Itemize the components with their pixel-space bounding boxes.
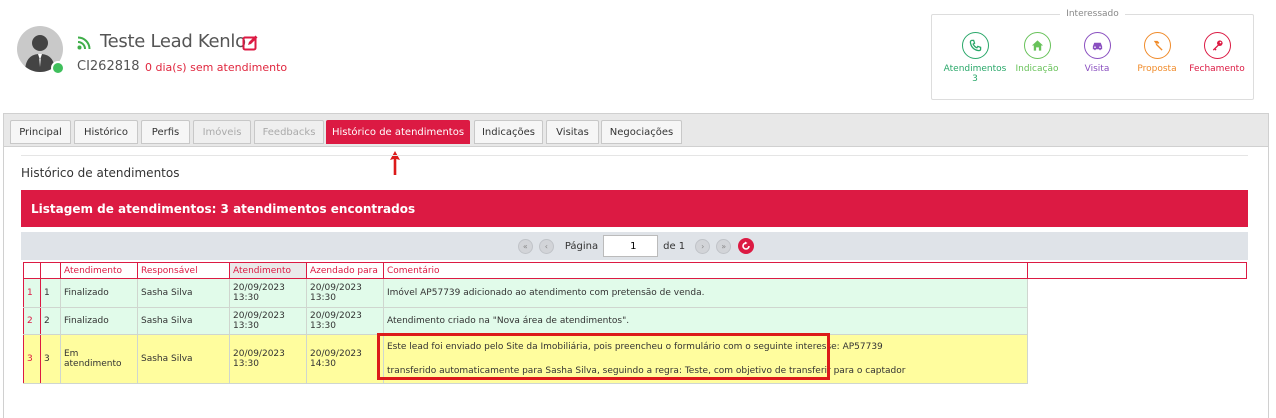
edit-icon[interactable] (242, 35, 258, 51)
scheduled-time: 14:30 (310, 359, 336, 369)
row-comment: Este lead foi enviado pelo Site da Imobi… (383, 334, 1028, 384)
table-row[interactable]: 1 1 Finalizado Sasha Silva 20/09/2023 13:… (23, 278, 1247, 308)
service-time: 13:30 (233, 321, 259, 331)
tab-indicacoes[interactable]: Indicações (474, 120, 543, 144)
scheduled-date: 20/09/2023 (310, 283, 362, 293)
stage-atendimentos[interactable]: Atendimentos 3 (940, 32, 1010, 84)
row-status: Em atendimento (60, 334, 138, 384)
lead-stage-panel: Interessado Atendimentos 3 Indicação Vis… (931, 9, 1254, 100)
last-page-icon[interactable]: » (716, 238, 732, 254)
lead-name: Teste Lead Kenlo (100, 31, 246, 52)
row-number: 3 (40, 334, 61, 384)
key-icon (1203, 32, 1231, 59)
first-page-icon[interactable]: « (517, 238, 533, 254)
phone-icon (961, 32, 989, 59)
page-total: de 1 (663, 240, 686, 252)
column-header-atendimento[interactable]: Atendimento (60, 262, 138, 279)
scheduled-date: 20/09/2023 (310, 311, 362, 321)
row-responsible: Sasha Silva (137, 307, 230, 335)
row-scheduled-datetime: 20/09/2023 13:30 (306, 278, 384, 308)
column-header-responsavel[interactable]: Responsável (137, 262, 230, 279)
attendances-table: Atendimento Responsável Atendimento Azen… (23, 262, 1247, 384)
tab-negociacoes[interactable]: Negociações (601, 120, 682, 144)
column-header-comentario[interactable]: Comentário (383, 262, 1028, 279)
table-header-row: Atendimento Responsável Atendimento Azen… (23, 262, 1247, 279)
row-scheduled-datetime: 20/09/2023 14:30 (306, 334, 384, 384)
rss-icon (77, 36, 91, 50)
comment-line: Este lead foi enviado pelo Site da Imobi… (387, 342, 883, 352)
lead-code: CI262818 (77, 59, 140, 74)
row-index: 3 (23, 334, 41, 384)
scheduled-time: 13:30 (310, 293, 336, 303)
service-time: 13:30 (233, 359, 259, 369)
column-header (40, 262, 61, 279)
row-scheduled-datetime: 20/09/2023 13:30 (306, 307, 384, 335)
stage-panel-title: Interessado (1060, 9, 1125, 19)
service-date: 20/09/2023 (233, 283, 285, 293)
tabs-bar: Principal Histórico Perfis Imóveis Feedb… (4, 114, 1268, 147)
row-service-datetime: 20/09/2023 13:30 (229, 334, 307, 384)
scheduled-date: 20/09/2023 (310, 349, 362, 359)
column-header-data-atendimento[interactable]: Atendimento (229, 262, 307, 279)
tab-imoveis: Imóveis (193, 120, 251, 144)
service-date: 20/09/2023 (233, 311, 285, 321)
page-number-input[interactable] (603, 235, 659, 257)
row-service-datetime: 20/09/2023 13:30 (229, 278, 307, 308)
column-header (1027, 262, 1247, 279)
section-divider (21, 155, 1248, 156)
row-comment: Atendimento criado na "Nova área de aten… (383, 307, 1028, 335)
row-comment: Imóvel AP57739 adicionado ao atendimento… (383, 278, 1028, 308)
section-title: Histórico de atendimentos (21, 166, 180, 180)
stage-label: Fechamento (1189, 64, 1245, 74)
row-responsible: Sasha Silva (137, 334, 230, 384)
row-number: 2 (40, 307, 61, 335)
online-status-dot (51, 61, 65, 75)
table-row[interactable]: 2 2 Finalizado Sasha Silva 20/09/2023 13:… (23, 307, 1247, 335)
tab-visitas[interactable]: Visitas (546, 120, 599, 144)
row-number: 1 (40, 278, 61, 308)
row-responsible: Sasha Silva (137, 278, 230, 308)
table-row[interactable]: 3 3 Em atendimento Sasha Silva 20/09/202… (23, 334, 1247, 384)
scheduled-time: 13:30 (310, 321, 336, 331)
list-header: Listagem de atendimentos: 3 atendimentos… (21, 190, 1248, 227)
next-page-icon[interactable]: › (695, 238, 711, 254)
stage-label: Atendimentos (943, 64, 1007, 74)
stage-fechamento[interactable]: Fechamento (1182, 32, 1252, 74)
service-date: 20/09/2023 (233, 349, 285, 359)
prev-page-icon[interactable]: ‹ (538, 238, 554, 254)
page-label: Página (564, 240, 599, 252)
tab-perfis[interactable]: Perfis (141, 120, 190, 144)
row-status: Finalizado (60, 278, 138, 308)
stage-count: 3 (972, 74, 978, 84)
tab-feedbacks: Feedbacks (254, 120, 324, 144)
pager: « ‹ Página de 1 › » (21, 232, 1248, 260)
car-icon (1083, 32, 1111, 59)
column-header (23, 262, 41, 279)
column-header-agendado-para[interactable]: Azendado para (306, 262, 384, 279)
days-without-service: 0 dia(s) sem atendimento (145, 61, 288, 74)
refresh-icon[interactable] (738, 238, 755, 254)
hammer-icon (1143, 32, 1171, 59)
row-index: 1 (23, 278, 41, 308)
comment-line: transferido automaticamente para Sasha S… (387, 366, 906, 376)
tab-historico[interactable]: Histórico (74, 120, 138, 144)
row-index: 2 (23, 307, 41, 335)
tab-principal[interactable]: Principal (10, 120, 71, 144)
tab-historico-atendimentos[interactable]: Histórico de atendimentos (326, 120, 470, 144)
row-service-datetime: 20/09/2023 13:30 (229, 307, 307, 335)
home-icon (1023, 32, 1051, 59)
service-time: 13:30 (233, 293, 259, 303)
row-status: Finalizado (60, 307, 138, 335)
